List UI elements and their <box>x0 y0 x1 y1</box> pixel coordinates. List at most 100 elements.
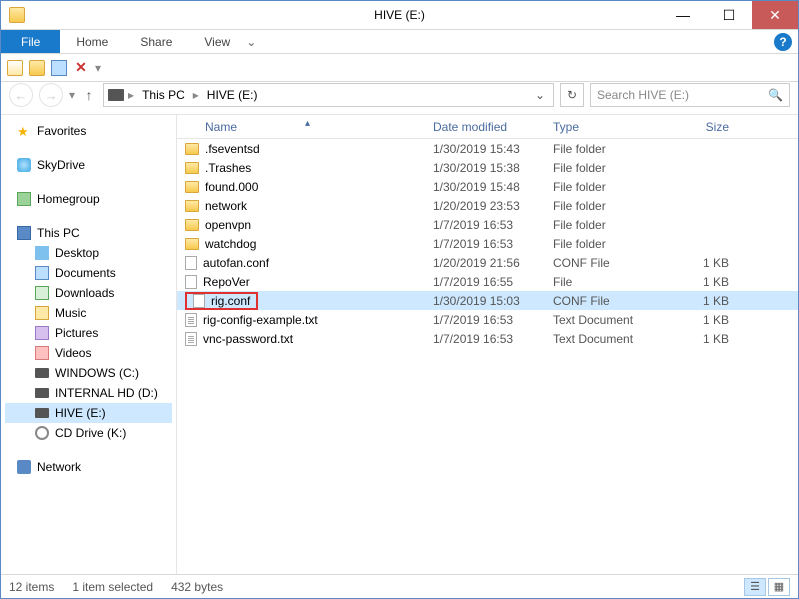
sidebar-this-pc[interactable]: This PC <box>5 223 172 243</box>
refresh-button[interactable]: ↻ <box>560 83 584 107</box>
file-tab[interactable]: File <box>1 30 60 53</box>
sidebar-homegroup[interactable]: Homegroup <box>5 189 172 209</box>
drive-icon <box>35 408 49 418</box>
sidebar-item-label: HIVE (E:) <box>55 406 106 420</box>
sidebar-item-label: CD Drive (K:) <box>55 426 126 440</box>
file-row[interactable]: network 1/20/2019 23:53File folder <box>177 196 798 215</box>
file-row[interactable]: RepoVer1/7/2019 16:55File1 KB <box>177 272 798 291</box>
breadcrumb-this-pc[interactable]: This PC <box>138 88 189 102</box>
file-size: 1 KB <box>661 332 747 346</box>
file-date: 1/30/2019 15:38 <box>433 161 553 175</box>
skydrive-icon <box>17 158 31 172</box>
sidebar-item[interactable]: WINDOWS (C:) <box>5 363 172 383</box>
file-name: RepoVer <box>203 275 250 289</box>
sidebar-network[interactable]: Network <box>5 457 172 477</box>
file-date: 1/20/2019 21:56 <box>433 256 553 270</box>
drive-icon <box>35 368 49 378</box>
search-placeholder: Search HIVE (E:) <box>597 88 689 102</box>
sort-indicator-icon: ▴ <box>305 118 310 129</box>
ribbon-collapse-icon[interactable]: ⌄ <box>246 35 256 49</box>
file-name: watchdog <box>205 237 256 251</box>
column-name-label: Name <box>205 120 237 134</box>
up-button[interactable]: ↑ <box>81 85 97 105</box>
tab-share[interactable]: Share <box>124 31 188 53</box>
sidebar-skydrive[interactable]: SkyDrive <box>5 155 172 175</box>
sidebar-item-label: Videos <box>55 346 91 360</box>
file-row[interactable]: autofan.conf 1/20/2019 21:56CONF File1 KB <box>177 253 798 272</box>
sidebar-item-label: INTERNAL HD (D:) <box>55 386 158 400</box>
help-icon[interactable]: ? <box>774 33 792 51</box>
file-name: openvpn <box>205 218 251 232</box>
sidebar-item[interactable]: INTERNAL HD (D:) <box>5 383 172 403</box>
file-size: 1 KB <box>661 256 747 270</box>
file-rows: .fseventsd1/30/2019 15:43File folder .Tra… <box>177 139 798 574</box>
close-button[interactable]: ✕ <box>752 1 798 29</box>
search-input[interactable]: Search HIVE (E:) 🔍 <box>590 83 790 107</box>
thumbnails-view-button[interactable]: ▦ <box>768 578 790 596</box>
sidebar-favorites[interactable]: ★ Favorites <box>5 121 172 141</box>
file-name: network <box>205 199 247 213</box>
folder-icon <box>185 238 199 250</box>
column-date[interactable]: Date modified <box>433 120 553 134</box>
file-row[interactable]: .Trashes1/30/2019 15:38File folder <box>177 158 798 177</box>
sidebar-item-label: Documents <box>55 266 116 280</box>
properties-icon[interactable] <box>51 60 67 76</box>
sidebar-item[interactable]: Videos <box>5 343 172 363</box>
quick-access-toolbar: ✕ ▾ <box>1 54 798 82</box>
file-row[interactable]: rig.conf1/30/2019 15:03CONF File1 KB <box>177 291 798 310</box>
sidebar-item-label: Downloads <box>55 286 114 300</box>
tab-home[interactable]: Home <box>60 31 124 53</box>
details-view-button[interactable]: ☰ <box>744 578 766 596</box>
file-size: 1 KB <box>661 313 747 327</box>
window-controls: — ☐ ✕ <box>660 1 798 29</box>
qat-dropdown-icon[interactable]: ▾ <box>95 61 101 75</box>
file-type: File <box>553 275 661 289</box>
file-row[interactable]: found.0001/30/2019 15:48File folder <box>177 177 798 196</box>
tab-view[interactable]: View <box>188 31 246 53</box>
sidebar-item[interactable]: Pictures <box>5 323 172 343</box>
address-bar[interactable]: ▸ This PC ▸ HIVE (E:) ⌄ <box>103 83 554 107</box>
back-button[interactable]: ← <box>9 83 33 107</box>
file-type: File folder <box>553 218 661 232</box>
file-row[interactable]: openvpn1/7/2019 16:53File folder <box>177 215 798 234</box>
breadcrumb-sep-icon: ▸ <box>193 88 199 102</box>
file-row[interactable]: rig-config-example.txt1/7/2019 16:53Text… <box>177 310 798 329</box>
delete-icon[interactable]: ✕ <box>73 60 89 76</box>
file-row[interactable]: vnc-password.txt1/7/2019 16:53Text Docum… <box>177 329 798 348</box>
folder-icon <box>185 181 199 193</box>
address-dropdown-icon[interactable]: ⌄ <box>531 88 549 102</box>
sidebar-item[interactable]: Downloads <box>5 283 172 303</box>
text-file-icon <box>185 313 197 327</box>
forward-button[interactable]: → <box>39 83 63 107</box>
content-area: ★ Favorites SkyDrive Homegroup This PC D… <box>1 114 798 574</box>
sidebar-item[interactable]: Desktop <box>5 243 172 263</box>
file-row[interactable]: watchdog1/7/2019 16:53File folder <box>177 234 798 253</box>
new-file-icon[interactable] <box>7 60 23 76</box>
column-type[interactable]: Type <box>553 120 661 134</box>
sidebar-item[interactable]: Music <box>5 303 172 323</box>
text-file-icon <box>185 332 197 346</box>
breadcrumb-hive[interactable]: HIVE (E:) <box>203 88 262 102</box>
column-name[interactable]: Name ▴ <box>177 120 433 134</box>
file-date: 1/20/2019 23:53 <box>433 199 553 213</box>
folder-icon <box>185 162 199 174</box>
history-dropdown-icon[interactable]: ▾ <box>69 88 75 102</box>
file-type: CONF File <box>553 256 661 270</box>
search-icon: 🔍 <box>768 88 783 102</box>
file-date: 1/30/2019 15:43 <box>433 142 553 156</box>
sidebar-item[interactable]: HIVE (E:) <box>5 403 172 423</box>
status-count: 12 items <box>9 580 54 594</box>
mus-icon <box>35 306 49 320</box>
column-size[interactable]: Size <box>661 120 747 134</box>
maximize-button[interactable]: ☐ <box>706 1 752 29</box>
new-folder-icon[interactable] <box>29 60 45 76</box>
file-type: File folder <box>553 199 661 213</box>
file-name: .Trashes <box>205 161 251 175</box>
minimize-button[interactable]: — <box>660 1 706 29</box>
cd-icon <box>35 426 49 440</box>
file-name: autofan.conf <box>203 256 269 270</box>
sidebar-item[interactable]: CD Drive (K:) <box>5 423 172 443</box>
file-row[interactable]: .fseventsd1/30/2019 15:43File folder <box>177 139 798 158</box>
sidebar-item[interactable]: Documents <box>5 263 172 283</box>
breadcrumb-sep-icon: ▸ <box>128 88 134 102</box>
